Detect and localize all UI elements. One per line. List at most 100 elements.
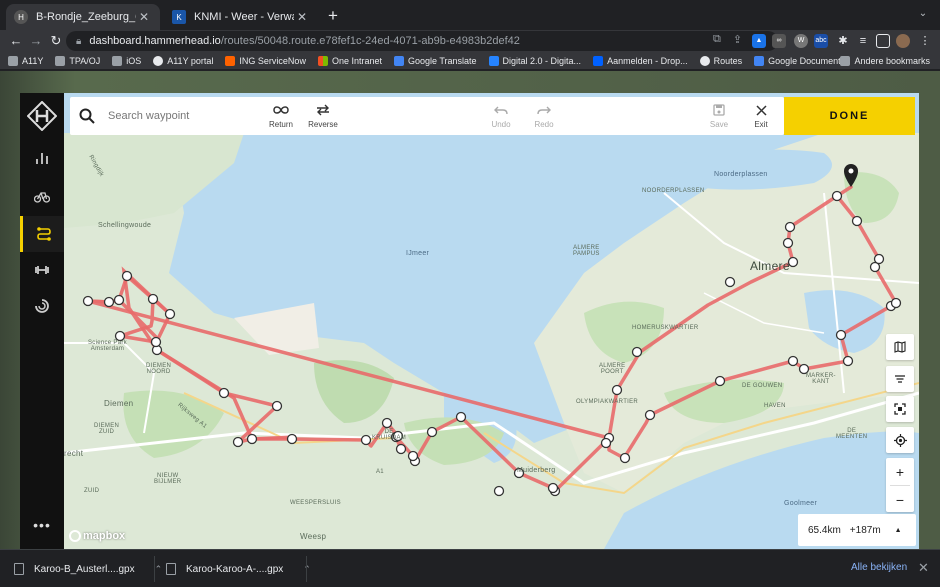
waypoint-marker[interactable] (611, 384, 623, 396)
close-downloads-icon[interactable]: ✕ (918, 560, 929, 576)
share-icon[interactable]: ⇪ (733, 33, 742, 46)
bookmark-docs[interactable]: Google Document... (754, 56, 848, 66)
open-in-app-icon[interactable]: ⧉ (713, 33, 721, 46)
map-style-button[interactable] (886, 334, 914, 360)
bookmark-servicenow[interactable]: ING ServiceNow (225, 56, 306, 66)
waypoint-marker[interactable] (842, 355, 854, 367)
extension-w-icon[interactable]: W (794, 34, 808, 48)
bookmark-intranet[interactable]: One Intranet (317, 56, 382, 66)
exit-button[interactable]: Exit (736, 103, 786, 129)
reload-icon[interactable]: ↻ (46, 31, 66, 51)
search-waypoint-input[interactable] (108, 110, 248, 122)
close-tab-icon[interactable]: ✕ (136, 10, 152, 24)
reverse-button[interactable]: Reverse (298, 103, 348, 129)
tab-hammerhead[interactable]: H B-Rondje_Zeeburg_65_km ✕ (6, 4, 160, 30)
download-item[interactable]: Karoo-Karoo-A-....gpx ⌃ (166, 560, 311, 578)
waypoint-marker[interactable] (246, 433, 258, 445)
waypoint-marker[interactable] (103, 296, 115, 308)
extension-abc-icon[interactable]: abc (814, 34, 828, 48)
waypoint-marker[interactable] (455, 411, 467, 423)
download-item[interactable]: Karoo-B_Austerl....gpx ⌃ (14, 560, 162, 578)
waypoint-marker[interactable] (782, 237, 794, 249)
waypoint-marker[interactable] (835, 329, 847, 341)
waypoint-marker[interactable] (873, 253, 885, 265)
map-label-goolmeer: Goolmeer (784, 500, 818, 507)
address-bar[interactable]: 🔒︎ dashboard.hammerhead.io /routes/50048… (66, 31, 778, 51)
map-label-homeruskwartier: HOMERUSKWARTIER (632, 325, 699, 331)
waypoint-marker[interactable] (600, 437, 612, 449)
waypoint-marker[interactable] (395, 443, 407, 455)
waypoint-marker[interactable] (547, 482, 559, 494)
done-button[interactable]: DONE (784, 97, 915, 135)
locate-button[interactable] (886, 427, 914, 453)
waypoint-marker[interactable] (831, 190, 843, 202)
browser-menu-icon[interactable]: ⋮ (918, 34, 932, 48)
extension-glasses-icon[interactable]: ∞ (772, 34, 786, 48)
zoom-in-button[interactable]: + (886, 458, 914, 485)
bookmark-tpa[interactable]: TPA/OJ (55, 56, 100, 66)
bookmark-translate[interactable]: Google Translate (393, 56, 477, 66)
more-menu-icon[interactable]: ••• (20, 517, 64, 533)
close-tab-icon[interactable]: ✕ (294, 10, 310, 24)
waypoint-marker[interactable] (851, 215, 863, 227)
waypoint-marker[interactable] (787, 355, 799, 367)
bookmark-ios[interactable]: iOS (112, 56, 141, 66)
bookmark-dropbox[interactable]: Aanmelden - Drop... (593, 56, 688, 66)
nav-routes[interactable] (20, 216, 64, 252)
waypoint-marker[interactable] (784, 221, 796, 233)
nav-activity[interactable] (20, 288, 64, 324)
waypoint-marker[interactable] (724, 276, 736, 288)
waypoint-marker[interactable] (644, 409, 656, 421)
bookmark-a11y-portal[interactable]: A11Y portal (153, 56, 213, 66)
waypoint-marker[interactable] (360, 434, 372, 446)
nav-stats[interactable] (20, 140, 64, 176)
route-map[interactable]: IJmeer Almere Noorderplassen NOORDERPLAS… (64, 93, 919, 549)
waypoint-marker[interactable] (631, 346, 643, 358)
waypoint-marker[interactable] (426, 426, 438, 438)
waypoint-marker[interactable] (714, 375, 726, 387)
waypoint-marker[interactable] (121, 270, 133, 282)
bookmark-digital[interactable]: Digital 2.0 - Digita... (488, 56, 581, 66)
extension-triangle-icon[interactable]: ▲ (752, 34, 766, 48)
side-panel-icon[interactable] (876, 34, 890, 48)
profile-avatar[interactable] (896, 34, 910, 48)
chevron-up-icon[interactable]: ⌃ (155, 564, 163, 575)
bookmark-a11y[interactable]: A11Y (8, 56, 43, 66)
new-tab-button[interactable]: + (324, 7, 342, 25)
extensions-puzzle-icon[interactable]: ✱ (836, 34, 850, 48)
back-icon[interactable]: ← (6, 31, 26, 51)
chevron-up-icon[interactable]: ⌃ (303, 564, 311, 575)
tab-knmi[interactable]: K KNMI - Weer - Verwachtingen ✕ (164, 4, 318, 30)
waypoint-marker[interactable] (286, 433, 298, 445)
show-all-downloads-button[interactable]: Alle bekijken (851, 562, 907, 573)
waypoint-marker[interactable] (493, 485, 505, 497)
map-canvas[interactable] (64, 93, 919, 549)
map-layers-button[interactable] (886, 366, 914, 392)
hammerhead-logo-icon[interactable] (27, 101, 57, 131)
waypoint-marker[interactable] (619, 452, 631, 464)
waypoint-marker[interactable] (271, 400, 283, 412)
waypoint-marker[interactable] (164, 308, 176, 320)
waypoint-marker[interactable] (113, 294, 125, 306)
nav-rides[interactable] (20, 178, 64, 214)
route-stats-panel[interactable]: 65.4km +187m ▲ (798, 514, 916, 546)
waypoint-marker[interactable] (150, 336, 162, 348)
waypoint-marker[interactable] (890, 297, 902, 309)
other-bookmarks[interactable]: Andere bookmarks (840, 56, 930, 66)
waypoint-marker[interactable] (407, 450, 419, 462)
tab-search-icon[interactable]: ⌄ (916, 8, 930, 22)
nav-workouts[interactable] (20, 252, 64, 288)
redo-button[interactable]: Redo (519, 103, 569, 129)
waypoint-marker[interactable] (147, 293, 159, 305)
waypoint-marker[interactable] (82, 295, 94, 307)
waypoint-marker[interactable] (381, 417, 393, 429)
caret-up-icon[interactable]: ▲ (895, 527, 902, 534)
fit-route-button[interactable] (886, 396, 914, 422)
waypoint-marker[interactable] (218, 387, 230, 399)
bookmark-routes[interactable]: Routes (699, 56, 742, 66)
media-icon[interactable]: ≡ (856, 34, 870, 48)
map-label-science-park: Science Park Amsterdam (88, 340, 127, 352)
zoom-out-button[interactable]: − (886, 486, 914, 513)
forward-icon[interactable]: → (26, 31, 46, 51)
waypoint-marker[interactable] (232, 436, 244, 448)
